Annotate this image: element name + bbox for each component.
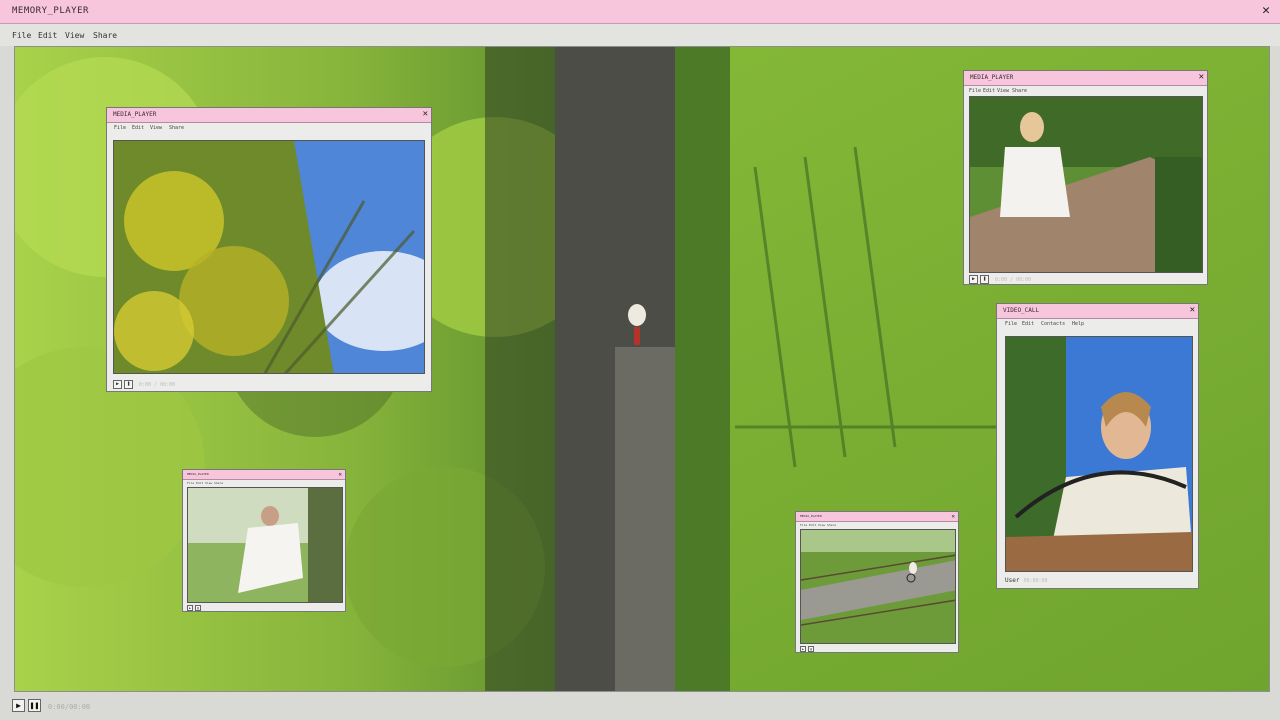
close-icon[interactable]: ✕ [338, 471, 342, 479]
menu-file[interactable]: File [12, 31, 31, 40]
menu-edit[interactable]: Edit [1022, 321, 1034, 327]
menu-view[interactable]: View [205, 481, 212, 485]
window-titlebar[interactable]: MEDIA_PLAYER ✕ [964, 71, 1207, 86]
video-frame-dancer[interactable] [187, 487, 343, 603]
menu-help[interactable]: Help [1072, 321, 1084, 327]
close-icon[interactable]: ✕ [1258, 3, 1274, 19]
video-frame-flowers[interactable] [113, 140, 425, 374]
main-controls-bar: ▶ ❚❚ 0:00/00:00 [0, 696, 1280, 720]
menu-share[interactable]: Share [214, 481, 223, 485]
flowers-sky-image [114, 141, 424, 373]
video-call-window[interactable]: VIDEO_CALL ✕ File Edit Contacts Help Use… [996, 303, 1199, 589]
menu-share[interactable]: Share [169, 125, 184, 131]
call-timer: 00:00:00 [1023, 578, 1048, 584]
window-title: MEDIA_PLAYER [800, 514, 822, 518]
menu-edit[interactable]: Edit [38, 31, 57, 40]
media-player-window-2[interactable]: MEDIA_PLAYER ✕ File Edit View Share ▶ ❚ 0:… [963, 70, 1208, 285]
app-menubar: File Edit View Share [0, 24, 1280, 46]
close-icon[interactable]: ✕ [1190, 305, 1195, 316]
menu-view[interactable]: View [997, 88, 1009, 94]
menu-view[interactable]: View [818, 523, 825, 527]
menu-view[interactable]: View [65, 31, 84, 40]
app-titlebar: MEMORY_PLAYER ✕ [0, 0, 1280, 24]
playback-controls: ▶ ❚ [800, 646, 816, 652]
window-titlebar[interactable]: VIDEO_CALL ✕ [997, 304, 1198, 319]
cyclist-road-image [801, 530, 955, 643]
playback-status: 0:00 / 00:00 [139, 382, 176, 388]
play-icon[interactable]: ▶ [187, 605, 193, 611]
menu-edit[interactable]: Edit [809, 523, 816, 527]
menu-file[interactable]: File [969, 88, 981, 94]
window-menubar: File Edit View Share [107, 122, 431, 133]
app-title: MEMORY_PLAYER [12, 6, 89, 16]
play-icon[interactable]: ▶ [113, 380, 122, 389]
close-icon[interactable]: ✕ [423, 109, 428, 120]
menu-file[interactable]: File [114, 125, 126, 131]
woman-on-wall-image [970, 97, 1202, 272]
playback-status: 0:00/00:00 [48, 703, 91, 711]
close-icon[interactable]: ✕ [1199, 72, 1204, 83]
pause-icon[interactable]: ❚ [124, 380, 133, 389]
window-titlebar[interactable]: MEDIA_PLAYER ✕ [107, 108, 431, 123]
playback-status: 0:00 / 00:00 [995, 277, 1032, 283]
window-menubar: File Edit View Share [183, 479, 345, 486]
window-title: VIDEO_CALL [1003, 307, 1040, 314]
menu-file[interactable]: File [1005, 321, 1017, 327]
menu-file[interactable]: File [187, 481, 194, 485]
video-frame-cyclist[interactable] [800, 529, 956, 644]
pause-icon[interactable]: ❚ [808, 646, 814, 652]
close-icon[interactable]: ✕ [951, 513, 955, 521]
woman-cycling-image [1006, 337, 1192, 571]
window-title: MEDIA_PLAYER [187, 472, 209, 476]
video-frame-wall[interactable] [969, 96, 1203, 273]
window-menubar: File Edit View Share [964, 85, 1207, 96]
playback-controls: ▶ ❚ 0:00 / 00:00 [969, 275, 1031, 284]
mini-player-window-2[interactable]: MEDIA_PLAYER ✕ File Edit View Share ▶ ❚ [795, 511, 959, 653]
call-user-label: User [1005, 577, 1020, 584]
menu-view[interactable]: View [150, 125, 162, 131]
call-status-bar: User 00:00:00 [1005, 577, 1048, 584]
menu-contacts[interactable]: Contacts [1041, 321, 1065, 327]
play-icon[interactable]: ▶ [800, 646, 806, 652]
window-title: MEDIA_PLAYER [113, 111, 157, 118]
menu-share[interactable]: Share [827, 523, 836, 527]
mini-player-window-1[interactable]: MEDIA_PLAYER ✕ File Edit View Share ▶ ❚ [182, 469, 346, 612]
menu-edit[interactable]: Edit [983, 88, 995, 94]
menu-file[interactable]: File [800, 523, 807, 527]
pause-icon[interactable]: ❚ [195, 605, 201, 611]
window-menubar: File Edit View Share [796, 521, 958, 528]
video-call-feed[interactable] [1005, 336, 1193, 572]
media-player-window-1[interactable]: MEDIA_PLAYER ✕ File Edit View Share ▶ ❚ 0:… [106, 107, 432, 392]
play-icon[interactable]: ▶ [12, 699, 25, 712]
pause-icon[interactable]: ❚ [980, 275, 989, 284]
woman-dancing-image [188, 488, 342, 602]
play-icon[interactable]: ▶ [969, 275, 978, 284]
window-menubar: File Edit Contacts Help [997, 318, 1198, 329]
menu-edit[interactable]: Edit [132, 125, 144, 131]
playback-controls: ▶ ❚ [187, 605, 203, 611]
window-title: MEDIA_PLAYER [970, 74, 1014, 81]
playback-controls: ▶ ❚ 0:00 / 00:00 [113, 380, 175, 389]
pause-icon[interactable]: ❚❚ [28, 699, 41, 712]
menu-edit[interactable]: Edit [196, 481, 203, 485]
menu-share[interactable]: Share [93, 31, 117, 40]
menu-share[interactable]: Share [1012, 88, 1027, 94]
